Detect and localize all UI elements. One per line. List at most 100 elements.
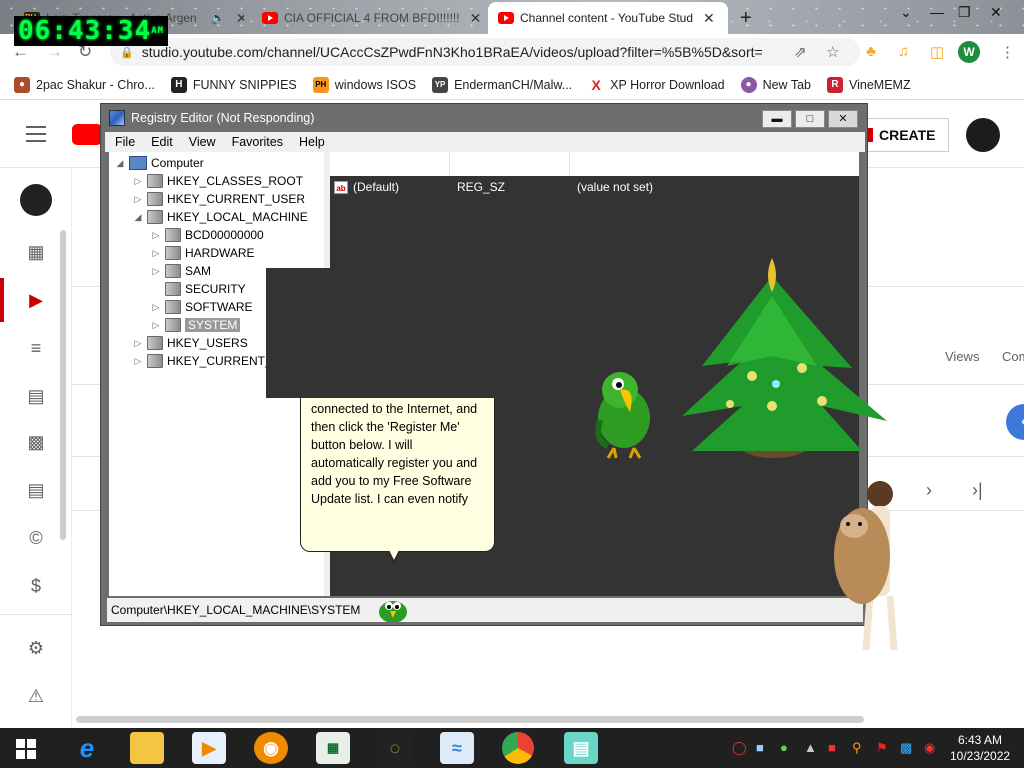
taskbar-clock[interactable]: 6:43 AM 10/23/2022 <box>950 732 1010 764</box>
expand-arrow-icon[interactable]: ▷ <box>133 338 143 349</box>
expand-arrow-icon[interactable]: ▷ <box>151 302 161 313</box>
uc-browser-icon[interactable]: ◉ <box>254 732 288 764</box>
file-explorer-icon[interactable] <box>130 732 164 764</box>
tree-node-hkcc[interactable]: ▷ HKEY_CURRENT_C <box>133 352 280 370</box>
internet-explorer-icon[interactable]: e <box>70 732 104 764</box>
menu-favorites[interactable]: Favorites <box>232 135 283 149</box>
value-row-default[interactable]: ab (Default) REG_SZ (value not set) <box>334 178 653 196</box>
tray-tool-icon[interactable]: ▲ <box>804 740 817 755</box>
menu-edit[interactable]: Edit <box>151 135 173 149</box>
bookmark-star-icon[interactable]: ☆ <box>826 43 839 61</box>
tree-node-hkcr[interactable]: ▷ HKEY_CLASSES_ROOT <box>133 172 303 190</box>
account-avatar[interactable] <box>966 118 1000 152</box>
tree-node-hardware[interactable]: ▷ HARDWARE <box>151 244 255 262</box>
profile-avatar[interactable]: W <box>958 41 980 63</box>
sidebar-scrollbar[interactable] <box>60 230 66 540</box>
tree-node-computer[interactable]: ◢ Computer <box>115 154 204 172</box>
tray-chat-icon[interactable]: ■ <box>756 740 764 755</box>
tree-node-system[interactable]: ▷ SYSTEM <box>151 316 241 334</box>
earn-icon[interactable]: $ <box>24 574 48 598</box>
bookmark-2pac[interactable]: ● 2pac Shakur - Chro... <box>14 76 155 93</box>
recovery-tool-icon[interactable]: ◌ <box>378 732 412 764</box>
horizontal-scrollbar[interactable] <box>76 716 864 723</box>
last-page-icon[interactable]: ›| <box>972 480 983 501</box>
collapse-arrow-icon[interactable]: ◢ <box>115 158 125 169</box>
tree-node-hklm[interactable]: ◢ HKEY_LOCAL_MACHINE <box>133 208 308 226</box>
media-player-icon[interactable]: ▶ <box>192 732 226 764</box>
restore-icon[interactable]: ❐ <box>958 4 971 21</box>
next-page-icon[interactable]: › <box>926 480 932 501</box>
address-bar[interactable]: 🔒 studio.youtube.com/channel/UCAccCsZPwd… <box>110 38 860 66</box>
tree-node-sam[interactable]: ▷ SAM <box>151 262 211 280</box>
tray-security-icon[interactable]: ◉ <box>924 740 935 756</box>
type-column-header[interactable] <box>450 152 570 176</box>
maximize-button[interactable]: □ <box>795 110 825 128</box>
expand-arrow-icon[interactable]: ▷ <box>133 356 143 367</box>
extension-puzzle-icon[interactable]: ♣ <box>866 43 876 60</box>
tree-node-bcd[interactable]: ▷ BCD00000000 <box>151 226 264 244</box>
menu-help[interactable]: Help <box>299 135 325 149</box>
close-tab-icon[interactable]: ✕ <box>703 10 715 27</box>
minimize-icon[interactable]: — <box>930 4 944 20</box>
bookmark-endermanch[interactable]: YP EndermanCH/Malw... <box>432 76 572 93</box>
kebab-menu-icon[interactable]: ⋮ <box>1000 43 1015 61</box>
menu-view[interactable]: View <box>189 135 216 149</box>
expand-arrow-icon[interactable]: ▷ <box>151 230 161 241</box>
close-tab-icon[interactable]: ✕ <box>470 10 482 27</box>
side-panel-icon[interactable]: ◫ <box>930 43 944 61</box>
tab-cia-official[interactable]: CIA OFFICIAL 4 FROM BFDI!!!!!! ✕ <box>252 4 482 32</box>
data-column-header[interactable] <box>570 152 859 176</box>
bookmark-vinememz[interactable]: R VineMEMZ <box>827 76 911 93</box>
settings-gear-icon[interactable]: ⚙ <box>24 636 48 660</box>
chrome-icon[interactable] <box>502 732 534 764</box>
tray-flag-icon[interactable]: ⚑ <box>876 740 888 756</box>
bookmark-funny-snippies[interactable]: H FUNNY SNIPPIES <box>170 76 297 93</box>
tab-channel-content[interactable]: Channel content - YouTube Stud ✕ <box>488 2 728 34</box>
tree-node-hku[interactable]: ▷ HKEY_USERS <box>133 334 248 352</box>
feedback-icon[interactable]: ⚠ <box>24 684 48 708</box>
analytics-icon[interactable]: ▤ <box>24 384 48 408</box>
bookmark-xp-horror[interactable]: X XP Horror Download <box>588 77 725 93</box>
views-column-header[interactable]: Views <box>945 349 979 364</box>
tray-search-icon[interactable]: ⚲ <box>852 740 862 756</box>
copyright-icon[interactable]: © <box>24 526 48 550</box>
collapse-arrow-icon[interactable]: ◢ <box>133 212 143 223</box>
tray-red-spiral-icon[interactable]: ◯ <box>732 740 747 756</box>
media-playlist-icon[interactable]: ♫ <box>898 43 909 60</box>
menu-file[interactable]: File <box>115 135 135 149</box>
game-app-icon[interactable]: ▤ <box>564 732 598 764</box>
hamburger-menu-icon[interactable] <box>26 126 46 142</box>
tree-node-hkcu[interactable]: ▷ HKEY_CURRENT_USER <box>133 190 305 208</box>
close-button[interactable]: ✕ <box>828 110 858 128</box>
tray-parrot-icon[interactable]: ● <box>780 740 788 755</box>
bookmark-windows-isos[interactable]: PH windows ISOS <box>312 76 416 93</box>
share-icon[interactable]: ⇗ <box>794 43 807 61</box>
tree-node-software[interactable]: ▷ SOFTWARE <box>151 298 253 316</box>
new-tab-plus-icon[interactable]: + <box>740 7 752 30</box>
lock-icon[interactable]: 🔒 <box>120 46 134 59</box>
close-tab-icon[interactable]: ✕ <box>236 10 244 27</box>
comments-icon[interactable]: ▩ <box>24 430 48 454</box>
expand-arrow-icon[interactable]: ▷ <box>151 320 161 331</box>
small-parrot-icon[interactable] <box>376 596 410 622</box>
green-parrot-icon[interactable] <box>590 360 660 460</box>
playlists-icon[interactable]: ≡ <box>24 336 48 360</box>
task-manager-icon[interactable]: ≈ <box>440 732 474 764</box>
regedit-title-bar[interactable]: Registry Editor (Not Responding) <box>101 104 867 132</box>
registry-editor-taskbar-icon[interactable]: ▦ <box>316 732 350 764</box>
subtitles-icon[interactable]: ▤ <box>24 478 48 502</box>
close-window-icon[interactable]: ✕ <box>990 4 1002 21</box>
name-column-header[interactable] <box>330 152 450 176</box>
tray-red-app-icon[interactable]: ■ <box>828 740 836 755</box>
tree-node-security[interactable]: SECURITY <box>151 280 246 298</box>
expand-arrow-icon[interactable]: ▷ <box>151 266 161 277</box>
channel-avatar[interactable] <box>20 184 52 216</box>
youtube-logo-icon[interactable] <box>72 124 102 145</box>
dashboard-icon[interactable]: ▦ <box>24 240 48 264</box>
tray-network-icon[interactable]: ▩ <box>900 740 912 756</box>
windows-start-icon[interactable] <box>16 739 36 759</box>
speaker-icon[interactable]: 🔈 <box>211 11 226 25</box>
expand-arrow-icon[interactable]: ▷ <box>133 176 143 187</box>
bookmark-new-tab[interactable]: ● New Tab <box>740 76 811 93</box>
content-icon[interactable]: ▶ <box>24 288 48 312</box>
